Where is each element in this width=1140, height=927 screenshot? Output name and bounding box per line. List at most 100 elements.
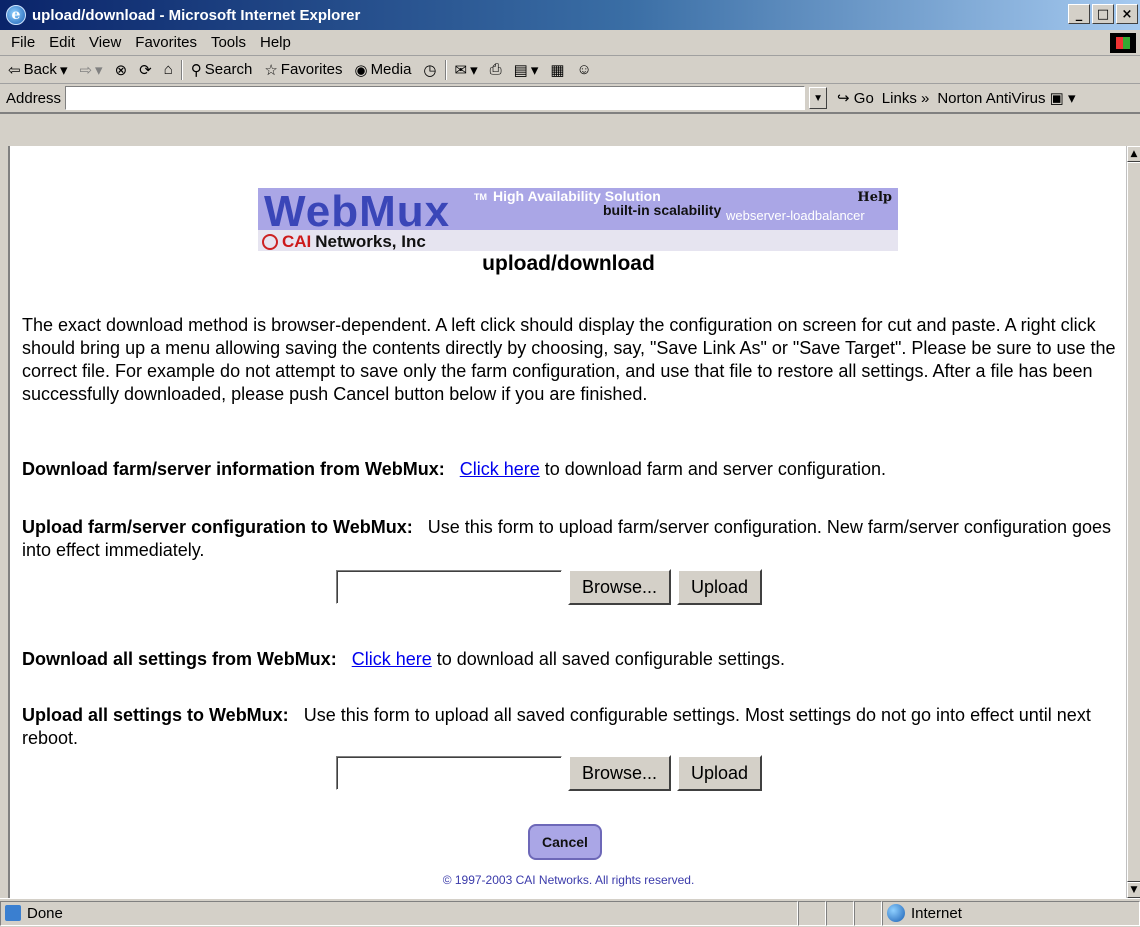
chevron-down-icon: ▾	[59, 61, 68, 79]
farm-upload-button[interactable]: Upload	[677, 569, 763, 605]
media-icon: ◉	[354, 61, 368, 79]
download-all-text: to download all saved configurable setti…	[436, 649, 785, 669]
upload-farm-form: Browse... Upload	[336, 569, 763, 605]
refresh-button[interactable]: ⟳	[135, 59, 156, 81]
menu-bar: File Edit View Favorites Tools Help	[0, 30, 1140, 56]
edit-button[interactable]: ▤ ▾	[510, 59, 543, 81]
discuss-icon: ▦	[550, 61, 565, 79]
status-panel	[854, 900, 882, 926]
download-all-link[interactable]: Click here	[352, 649, 432, 669]
company-name-strong: CAI	[282, 232, 312, 251]
menu-help[interactable]: Help	[253, 32, 298, 53]
windows-logo-icon	[1110, 33, 1136, 53]
discuss-button[interactable]: ▦	[546, 59, 568, 81]
links-label: Links	[881, 89, 917, 107]
favorites-label: Favorites	[280, 61, 343, 78]
farm-browse-button[interactable]: Browse...	[568, 569, 672, 605]
address-input[interactable]	[65, 86, 806, 110]
media-button[interactable]: ◉ Media	[350, 59, 415, 81]
download-all-section: Download all settings from WebMux: Click…	[22, 648, 1122, 671]
globe-icon	[887, 904, 905, 922]
favorites-icon: ☆	[264, 61, 278, 79]
go-label: Go	[853, 90, 874, 107]
banner-scalability: built-in scalability	[603, 202, 722, 218]
scroll-up-button[interactable]: ▲	[1127, 146, 1140, 162]
minimize-button[interactable]: _	[1068, 4, 1090, 24]
toolbar-separator	[180, 59, 183, 80]
go-button[interactable]: ↪ Go	[837, 89, 874, 107]
edit-icon: ▤	[513, 61, 528, 79]
vertical-scrollbar[interactable]: ▲ ▼	[1126, 146, 1140, 898]
upload-all-form: Browse... Upload	[336, 755, 763, 791]
chevron-down-icon: ▼	[813, 92, 823, 104]
status-bar: Done Internet	[0, 898, 1140, 927]
refresh-icon: ⟳	[139, 61, 152, 79]
close-button[interactable]: ×	[1116, 4, 1138, 24]
download-farm-link[interactable]: Click here	[460, 459, 540, 479]
back-arrow-icon: ⇦	[8, 61, 21, 79]
maximize-button[interactable]: □	[1092, 4, 1114, 24]
status-panel	[798, 900, 826, 926]
search-label: Search	[204, 61, 253, 78]
status-text-cell: Done	[0, 900, 798, 926]
company-name: CAI Networks, Inc	[262, 232, 426, 252]
norton-icon: ▣	[1049, 90, 1064, 107]
chevron-down-icon: ▾	[95, 61, 103, 79]
norton-antivirus-button[interactable]: Norton AntiVirus ▣ ▾	[937, 89, 1075, 107]
forward-arrow-icon: ⇨	[79, 61, 93, 79]
menu-tools[interactable]: Tools	[204, 32, 253, 53]
address-label: Address	[6, 89, 62, 107]
ie-logo-icon: e	[6, 5, 26, 25]
messenger-button[interactable]: ☺	[573, 59, 596, 80]
chevron-right-icon: »	[921, 89, 930, 107]
security-zone-cell: Internet	[882, 900, 1140, 926]
address-dropdown-button[interactable]: ▼	[809, 87, 828, 109]
upload-farm-label: Upload farm/server configuration to WebM…	[22, 517, 413, 537]
links-button[interactable]: Links »	[882, 90, 930, 107]
company-name-rest: Networks, Inc	[315, 232, 426, 251]
download-farm-label: Download farm/server information from We…	[22, 459, 445, 479]
upload-all-section: Upload all settings to WebMux: Use this …	[22, 704, 1122, 750]
download-farm-section: Download farm/server information from We…	[22, 458, 1122, 481]
stop-button[interactable]: ⊗	[111, 59, 132, 81]
search-button[interactable]: ⚲ Search	[187, 59, 257, 81]
zone-label: Internet	[911, 904, 962, 922]
status-panel	[826, 900, 854, 926]
page-icon	[5, 905, 21, 921]
all-browse-button[interactable]: Browse...	[568, 755, 672, 791]
chevron-up-icon: ▲	[1130, 149, 1138, 159]
forward-button[interactable]: ⇨ ▾	[75, 59, 106, 81]
cancel-button[interactable]: Cancel	[528, 824, 602, 860]
back-label: Back	[23, 61, 57, 78]
upload-all-label: Upload all settings to WebMux:	[22, 705, 289, 725]
back-button[interactable]: ⇦ Back ▾	[4, 59, 71, 81]
favorites-button[interactable]: ☆ Favorites	[260, 59, 346, 81]
menu-edit[interactable]: Edit	[42, 32, 82, 53]
copyright-notice: © 1997-2003 CAI Networks. All rights res…	[442, 873, 695, 887]
toolbar-separator	[444, 59, 447, 80]
media-label: Media	[370, 61, 412, 78]
all-upload-button[interactable]: Upload	[677, 755, 763, 791]
download-all-label: Download all settings from WebMux:	[22, 649, 337, 669]
scroll-down-button[interactable]: ▼	[1127, 882, 1140, 898]
search-icon: ⚲	[190, 61, 202, 79]
cai-gear-icon	[262, 234, 278, 250]
menu-view[interactable]: View	[82, 32, 128, 53]
all-file-input[interactable]	[336, 756, 562, 790]
window-titlebar: e upload/download - Microsoft Internet E…	[0, 0, 1140, 30]
history-button[interactable]: ◷	[419, 59, 440, 81]
banner-loadbalancer: webserver-loadbalancer	[726, 208, 865, 223]
home-button[interactable]: ⌂	[160, 59, 177, 80]
menu-file[interactable]: File	[4, 32, 42, 53]
farm-file-input[interactable]	[336, 570, 562, 604]
address-bar: Address ▼ ↪ Go Links » Norton AntiVirus …	[0, 84, 1140, 114]
chevron-down-icon: ▼	[1130, 885, 1138, 895]
help-link[interactable]: Help	[857, 190, 892, 205]
mail-button[interactable]: ✉ ▾	[451, 59, 482, 81]
scroll-thumb[interactable]	[1127, 162, 1140, 882]
status-text: Done	[27, 904, 63, 922]
print-icon: ⎙	[489, 61, 502, 78]
print-button[interactable]: ⎙	[486, 59, 506, 80]
page-content: WebMux TM High Availability Solution bui…	[10, 146, 1127, 898]
menu-favorites[interactable]: Favorites	[128, 32, 204, 53]
